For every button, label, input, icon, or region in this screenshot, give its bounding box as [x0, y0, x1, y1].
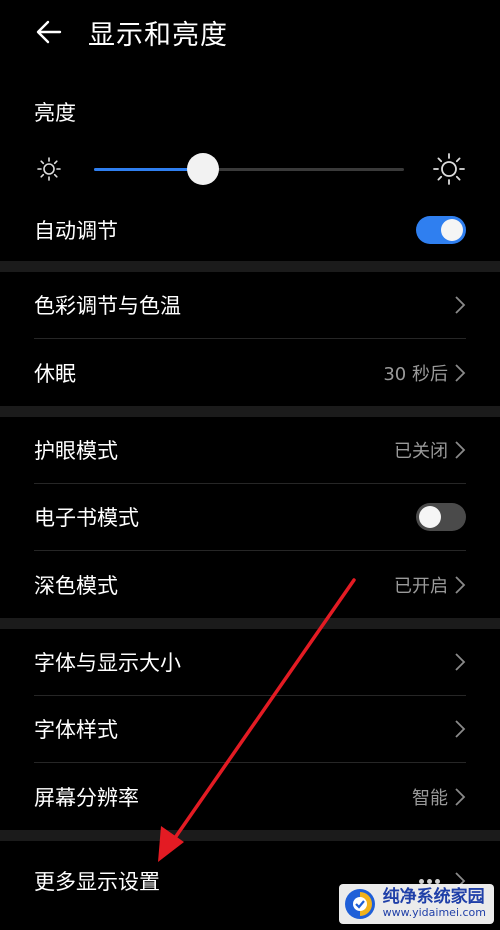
brightness-slider-row: [0, 139, 500, 199]
row-right: [448, 295, 466, 315]
sleep-label: 休眠: [34, 361, 76, 386]
row-right: 智能: [412, 784, 466, 810]
chevron-right-icon: [455, 720, 466, 738]
chevron-right-icon: [455, 653, 466, 671]
sleep-value: 30 秒后: [383, 363, 448, 385]
auto-adjust-label: 自动调节: [34, 219, 118, 243]
ebook-mode-label: 电子书模式: [34, 506, 139, 530]
color-temperature-label: 色彩调节与色温: [34, 294, 181, 318]
font-size-row[interactable]: 字体与显示大小: [34, 629, 466, 696]
screen-resolution-label: 屏幕分辨率: [34, 785, 139, 810]
row-right: 30 秒后: [383, 360, 466, 386]
watermark-title: 纯净系统家园: [382, 887, 485, 908]
screen-resolution-value: 智能: [412, 787, 448, 809]
section-divider: [0, 830, 500, 841]
loading-dots-icon: [419, 878, 440, 884]
sun-low-icon: [37, 157, 61, 181]
watermark-url: www.yidaimei.com: [382, 906, 486, 920]
app-header: 显示和亮度: [0, 0, 500, 64]
sleep-row[interactable]: 休眠 30 秒后: [34, 339, 466, 406]
font-style-label: 字体样式: [34, 718, 118, 742]
toggle-knob: [419, 506, 441, 528]
font-style-row[interactable]: 字体样式: [34, 696, 466, 763]
dark-mode-value: 已开启: [394, 575, 448, 597]
color-temperature-row[interactable]: 色彩调节与色温: [34, 272, 466, 339]
screen-resolution-row[interactable]: 屏幕分辨率 智能: [34, 763, 466, 830]
chevron-right-icon: [455, 787, 466, 806]
row-right: [448, 652, 466, 672]
back-arrow-icon[interactable]: [34, 17, 64, 47]
row-right: 已开启: [394, 572, 466, 598]
auto-adjust-row[interactable]: 自动调节: [34, 199, 466, 261]
chevron-right-icon: [455, 575, 466, 594]
brightness-slider[interactable]: [94, 149, 404, 189]
row-right: 已关闭: [394, 437, 466, 463]
ebook-mode-toggle[interactable]: [416, 503, 466, 531]
page-title: 显示和亮度: [88, 19, 228, 51]
eye-comfort-row[interactable]: 护眼模式 已关闭: [34, 417, 466, 484]
more-display-settings-label: 更多显示设置: [34, 870, 160, 894]
section-divider: [0, 406, 500, 417]
site-logo-icon: [344, 889, 375, 919]
section-divider: [0, 618, 500, 629]
dark-mode-label: 深色模式: [34, 573, 118, 598]
auto-adjust-toggle[interactable]: [416, 216, 466, 244]
font-size-label: 字体与显示大小: [34, 651, 181, 675]
site-watermark: 纯净系统家园 www.yidaimei.com: [338, 884, 494, 924]
chevron-right-icon: [455, 441, 466, 459]
row-right: [448, 719, 466, 739]
eye-comfort-value: 已关闭: [394, 441, 448, 462]
brightness-label: 亮度: [34, 101, 76, 125]
eye-comfort-label: 护眼模式: [34, 439, 118, 463]
section-divider: [0, 261, 500, 272]
watermark-text: 纯净系统家园 www.yidaimei.com: [382, 887, 486, 920]
ebook-mode-row[interactable]: 电子书模式: [34, 484, 466, 551]
chevron-right-icon: [455, 363, 466, 382]
slider-thumb[interactable]: [186, 153, 219, 185]
toggle-knob: [441, 219, 463, 241]
dark-mode-row[interactable]: 深色模式 已开启: [34, 551, 466, 618]
chevron-right-icon: [455, 296, 466, 314]
sun-high-icon: [433, 153, 465, 185]
